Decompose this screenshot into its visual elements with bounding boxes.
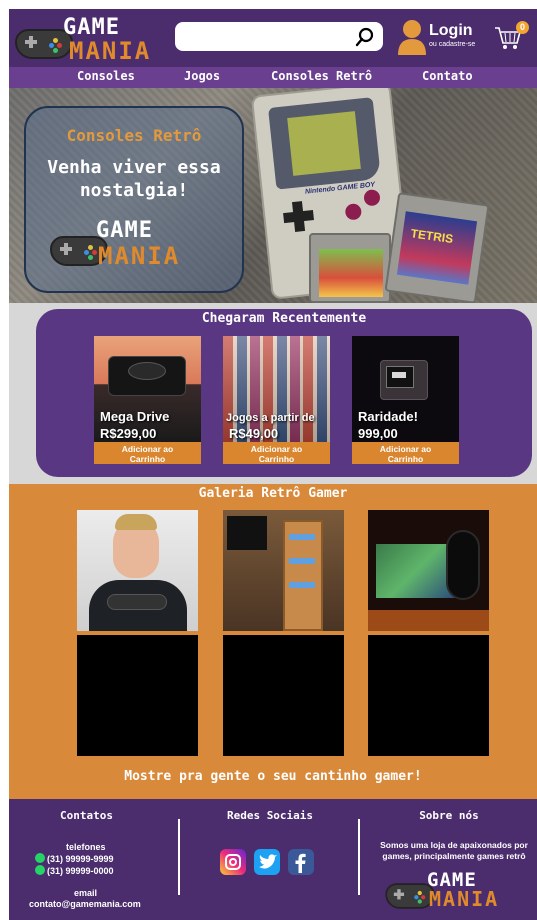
search-input[interactable] bbox=[183, 26, 353, 47]
arrivals-section: Chegaram Recentemente Mega Drive R$299,0… bbox=[9, 303, 537, 484]
footer-about-title: Sobre nós bbox=[419, 809, 479, 822]
whatsapp-icon bbox=[35, 865, 45, 875]
hero-panel: Consoles Retrô Venha viver essa nostalgi… bbox=[24, 106, 244, 293]
add-to-cart-label-line2: Carrinho bbox=[258, 453, 295, 464]
logo-text-mania: MANIA bbox=[98, 242, 181, 270]
add-to-cart-button[interactable]: Adicionar ao Carrinho bbox=[352, 442, 459, 464]
about-text: Somos uma loja de apaixonados por games,… bbox=[370, 840, 537, 862]
footer-divider bbox=[178, 819, 180, 895]
add-to-cart-label-line1: Adicionar ao bbox=[250, 443, 303, 454]
tetris-cartridge-image: TETRIS bbox=[384, 192, 490, 303]
cart-button[interactable]: 0 bbox=[493, 21, 529, 51]
product-price: 999,00 bbox=[358, 426, 398, 441]
cartridge-image bbox=[309, 233, 391, 303]
email-label: email bbox=[74, 888, 98, 898]
gallery-cta: Mostre pra gente o seu cantinho gamer! bbox=[124, 769, 422, 784]
gallery-photo-room[interactable] bbox=[223, 510, 344, 631]
product-name: Raridade! bbox=[358, 409, 418, 424]
search-bar bbox=[175, 22, 383, 51]
nav-item-jogos[interactable]: Jogos bbox=[184, 69, 220, 83]
whatsapp-icon bbox=[35, 853, 45, 863]
hero-banner[interactable]: Nintendo GAME BOY TETRIS Consoles Retrô … bbox=[9, 88, 537, 303]
add-to-cart-button[interactable]: Adicionar ao Carrinho bbox=[223, 442, 330, 464]
product-price: R$299,00 bbox=[100, 426, 157, 441]
gallery-placeholder[interactable] bbox=[77, 635, 198, 756]
twitter-icon[interactable] bbox=[254, 849, 280, 875]
gallery-photo-gamer[interactable] bbox=[77, 510, 198, 631]
phone-1: (31) 99999-9999 bbox=[35, 853, 114, 865]
logo-text-game: GAME bbox=[96, 218, 153, 243]
phone-2-number: (31) 99999-0000 bbox=[47, 866, 114, 876]
site-logo[interactable]: GAME MANIA bbox=[13, 15, 173, 65]
product-price: R$49,00 bbox=[229, 426, 279, 441]
phone-1-number: (31) 99999-9999 bbox=[47, 854, 114, 864]
logo-text-mania: MANIA bbox=[69, 37, 152, 65]
gallery-title: Galeria Retrô Gamer bbox=[198, 486, 348, 501]
add-to-cart-label-line1: Adicionar ao bbox=[121, 443, 174, 454]
facebook-icon[interactable] bbox=[288, 849, 314, 875]
footer-contacts: Contatos telefones (31) 99999-9999 (31) … bbox=[9, 799, 164, 920]
add-to-cart-button[interactable]: Adicionar ao Carrinho bbox=[94, 442, 201, 464]
phones-label: telefones bbox=[66, 842, 106, 852]
hero-title-line1: Venha viver essa bbox=[47, 157, 221, 178]
cart-count-badge: 0 bbox=[516, 21, 529, 34]
add-to-cart-label-line1: Adicionar ao bbox=[379, 443, 432, 454]
page: GAME MANIA Login ou cadastre-se 0 Consol… bbox=[9, 9, 537, 920]
product-card: Mega Drive R$299,00 Adicionar ao Carrinh… bbox=[94, 336, 201, 464]
main-nav: Consoles Jogos Consoles Retrô Contato bbox=[9, 67, 537, 88]
about-text-line1: Somos uma loja de apaixonados por bbox=[380, 840, 528, 850]
footer-about: Sobre nós Somos uma loja de apaixonados … bbox=[361, 799, 537, 920]
instagram-icon[interactable] bbox=[220, 849, 246, 875]
footer-logo[interactable]: GAME MANIA bbox=[381, 869, 531, 914]
gallery-section: Galeria Retrô Gamer Mostre pra gente o s… bbox=[9, 484, 537, 799]
product-name: Mega Drive bbox=[100, 409, 170, 424]
product-card: Jogos a partir de R$49,00 Adicionar ao C… bbox=[223, 336, 330, 464]
email-link[interactable]: contato@gamemania.com bbox=[29, 899, 141, 910]
footer-divider bbox=[358, 819, 360, 895]
nav-item-consoles-retro[interactable]: Consoles Retrô bbox=[271, 69, 372, 83]
hero-logo: GAME MANIA bbox=[50, 218, 220, 278]
footer-social: Redes Sociais bbox=[181, 799, 359, 920]
about-text-line2: games, principalmente games retrô bbox=[382, 851, 526, 861]
signup-label: ou cadastre-se bbox=[429, 41, 476, 48]
footer: Contatos telefones (31) 99999-9999 (31) … bbox=[9, 799, 537, 920]
hero-title-line2: nostalgia! bbox=[79, 180, 189, 201]
add-to-cart-label-line2: Carrinho bbox=[129, 453, 166, 464]
login-label: Login bbox=[429, 22, 473, 39]
hero-kicker: Consoles Retrô bbox=[66, 126, 202, 145]
login-button[interactable]: Login ou cadastre-se bbox=[397, 19, 497, 59]
gallery-photo-setup[interactable] bbox=[368, 510, 489, 631]
header: GAME MANIA Login ou cadastre-se 0 bbox=[9, 9, 537, 67]
nav-item-consoles[interactable]: Consoles bbox=[77, 69, 135, 83]
search-icon[interactable] bbox=[355, 27, 375, 47]
arrivals-panel: Chegaram Recentemente Mega Drive R$299,0… bbox=[36, 309, 532, 477]
gallery-placeholder[interactable] bbox=[368, 635, 489, 756]
nav-item-contato[interactable]: Contato bbox=[422, 69, 473, 83]
product-name: Jogos a partir de bbox=[226, 412, 315, 424]
arrivals-title: Chegaram Recentemente bbox=[201, 311, 367, 326]
gallery-placeholder[interactable] bbox=[223, 635, 344, 756]
user-icon bbox=[398, 20, 426, 55]
footer-contacts-title: Contatos bbox=[60, 809, 113, 822]
hero-title: Venha viver essa nostalgia! bbox=[26, 156, 242, 202]
footer-social-title: Redes Sociais bbox=[226, 809, 314, 822]
phone-2: (31) 99999-0000 bbox=[35, 865, 114, 877]
product-card: Raridade! 999,00 Adicionar ao Carrinho bbox=[352, 336, 459, 464]
logo-text-mania: MANIA bbox=[429, 887, 500, 911]
add-to-cart-label-line2: Carrinho bbox=[387, 453, 424, 464]
